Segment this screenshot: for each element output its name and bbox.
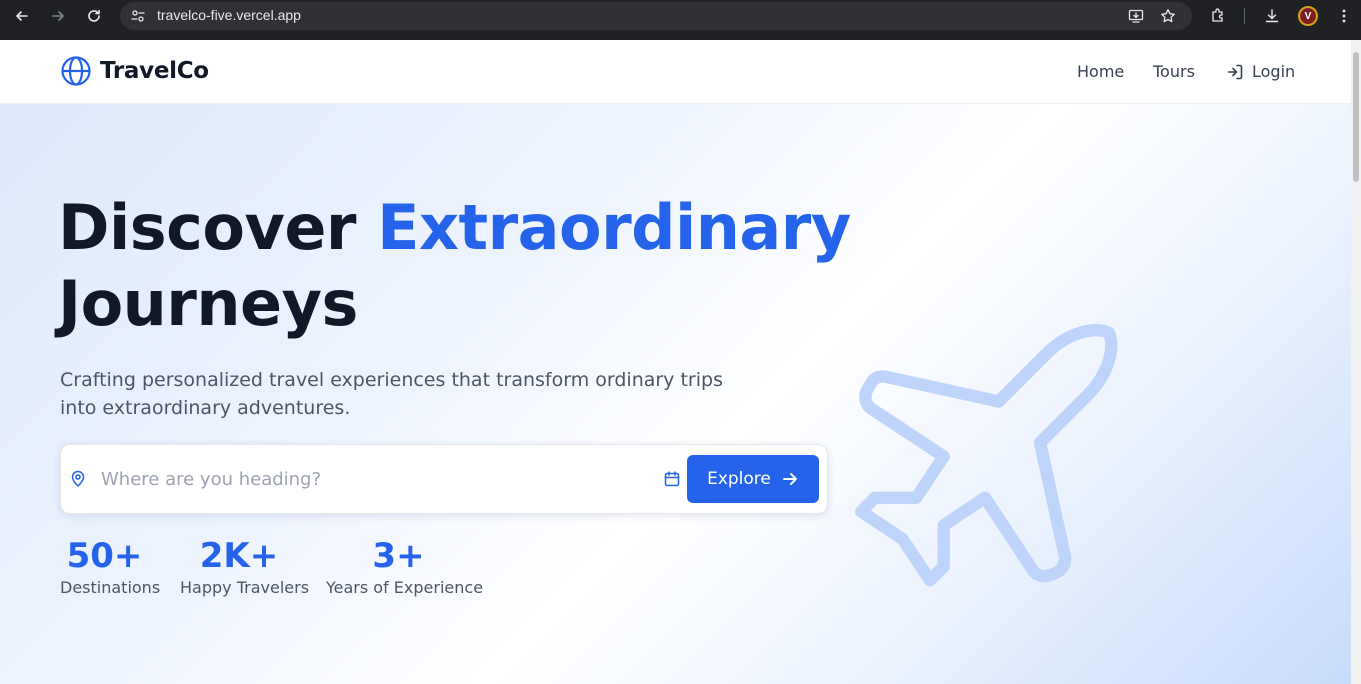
- browser-toolbar: travelco-five.vercel.app V: [0, 0, 1361, 40]
- hero-headline: Discover Extraordinary Journeys: [58, 190, 851, 342]
- calendar-icon[interactable]: [663, 470, 681, 488]
- nav-home-link[interactable]: Home: [1077, 62, 1124, 81]
- hero-subtitle: Crafting personalized travel experiences…: [60, 369, 723, 419]
- map-pin-icon: [71, 470, 85, 487]
- url-text: travelco-five.vercel.app: [157, 7, 301, 23]
- address-bar[interactable]: travelco-five.vercel.app: [120, 2, 1192, 30]
- stat-value: 50+: [66, 536, 143, 576]
- stat-happy-travelers: 2K+ Happy Travelers: [180, 536, 310, 597]
- log-in-icon: [1227, 64, 1243, 79]
- stat-label: Destinations: [60, 578, 161, 597]
- profile-avatar[interactable]: V: [1298, 6, 1318, 26]
- toolbar-divider: [1244, 8, 1245, 24]
- extensions-icon[interactable]: [1208, 6, 1228, 26]
- forward-icon[interactable]: [46, 4, 70, 28]
- explore-label: Explore: [707, 469, 771, 489]
- page-scrollbar[interactable]: [1351, 40, 1361, 684]
- menu-kebab-icon[interactable]: [1334, 6, 1354, 26]
- stat-years-experience: 3+ Years of Experience: [326, 536, 484, 597]
- nav-login-link[interactable]: Login: [1226, 62, 1295, 81]
- site-header: TravelCo Home Tours Login: [0, 40, 1351, 104]
- globe-icon: [61, 56, 91, 86]
- stat-label: Happy Travelers: [180, 578, 310, 597]
- headline-part1: Discover: [58, 191, 378, 264]
- download-icon[interactable]: [1262, 6, 1282, 26]
- headline-accent: Extraordinary: [377, 191, 851, 264]
- stat-destinations: 50+ Destinations: [60, 536, 161, 597]
- headline-part2: Journeys: [58, 267, 358, 340]
- bookmark-star-icon[interactable]: [1158, 6, 1178, 26]
- site-info-icon[interactable]: [128, 6, 148, 26]
- airplane-icon: [855, 324, 1118, 587]
- install-app-icon[interactable]: [1126, 6, 1146, 26]
- explore-button[interactable]: Explore: [687, 455, 819, 503]
- hero-section: Discover Extraordinary Journeys Crafting …: [0, 104, 1351, 684]
- login-label: Login: [1252, 62, 1296, 81]
- scrollbar-thumb[interactable]: [1353, 52, 1359, 182]
- brand-name: TravelCo: [100, 58, 209, 84]
- stat-value: 3+: [372, 536, 425, 576]
- reload-icon[interactable]: [82, 4, 106, 28]
- nav-tours-link[interactable]: Tours: [1153, 62, 1195, 81]
- back-icon[interactable]: [10, 4, 34, 28]
- destination-search-bar: Explore: [60, 444, 828, 514]
- arrow-right-icon: [782, 473, 797, 485]
- brand-logo[interactable]: TravelCo: [60, 55, 209, 87]
- destination-search-input[interactable]: [101, 463, 651, 495]
- stat-label: Years of Experience: [326, 578, 484, 597]
- stat-value: 2K+: [199, 536, 279, 576]
